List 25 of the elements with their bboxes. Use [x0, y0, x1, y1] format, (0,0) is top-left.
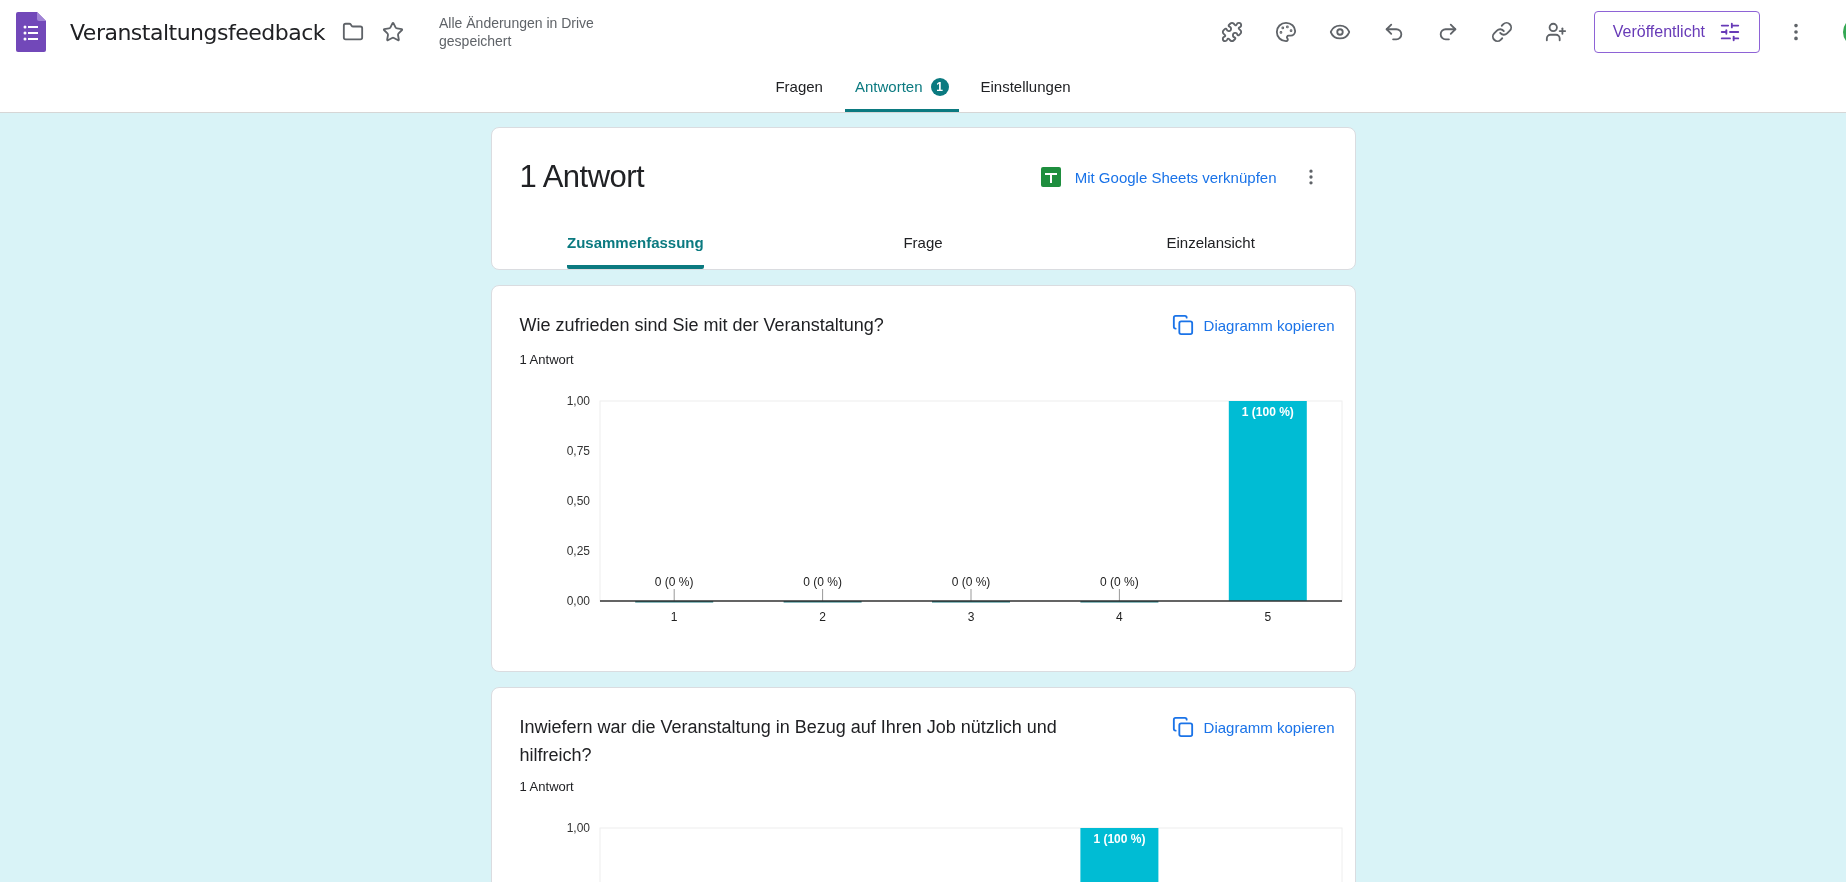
- axis-tick-label: 0,75: [566, 444, 590, 458]
- axis-tick-label: 0,00: [566, 594, 590, 608]
- response-count: 1 Antwort: [519, 779, 575, 794]
- axis-tick-label: 0,25: [566, 544, 590, 558]
- axis-category-label: 4: [1115, 610, 1123, 624]
- count-badge: 1: [930, 77, 949, 96]
- axis-tick-label: 1,00: [566, 394, 590, 408]
- question-title: Wie zufrieden sind Sie mit der Veranstaltung?: [519, 314, 885, 337]
- response-count-title: 1 Antwort: [519, 159, 646, 195]
- axis-category-label: 3: [967, 610, 974, 624]
- form-title: Veranstaltungsfeedback: [70, 19, 326, 45]
- save-status: Alle Änderungen in Drive gespeichert: [439, 14, 595, 50]
- bar-value-label: 1 (100 %): [1241, 405, 1294, 419]
- bar-value-label: 0 (0 %): [1099, 575, 1139, 589]
- axis-category-label: 1: [670, 610, 678, 624]
- bar-value-label: 0 (0 %): [951, 575, 990, 589]
- question-title: Inwiefern war die Veranstaltung in Bezug auf Ihren Job nützlich und hilfreich?: [519, 716, 1058, 767]
- bar-value-label: 0 (0 %): [802, 575, 842, 589]
- axis-tick-label: 0,50: [566, 494, 590, 508]
- response-count: 1 Antwort: [519, 352, 575, 367]
- axis-tick-label: 1,00: [566, 821, 590, 835]
- axis-category-label: 5: [1263, 610, 1271, 624]
- bar-value-label: 1 (100 %): [1092, 832, 1145, 846]
- axis-category-label: 2: [818, 610, 826, 624]
- bar-value-label: 0 (0 %): [654, 575, 694, 589]
